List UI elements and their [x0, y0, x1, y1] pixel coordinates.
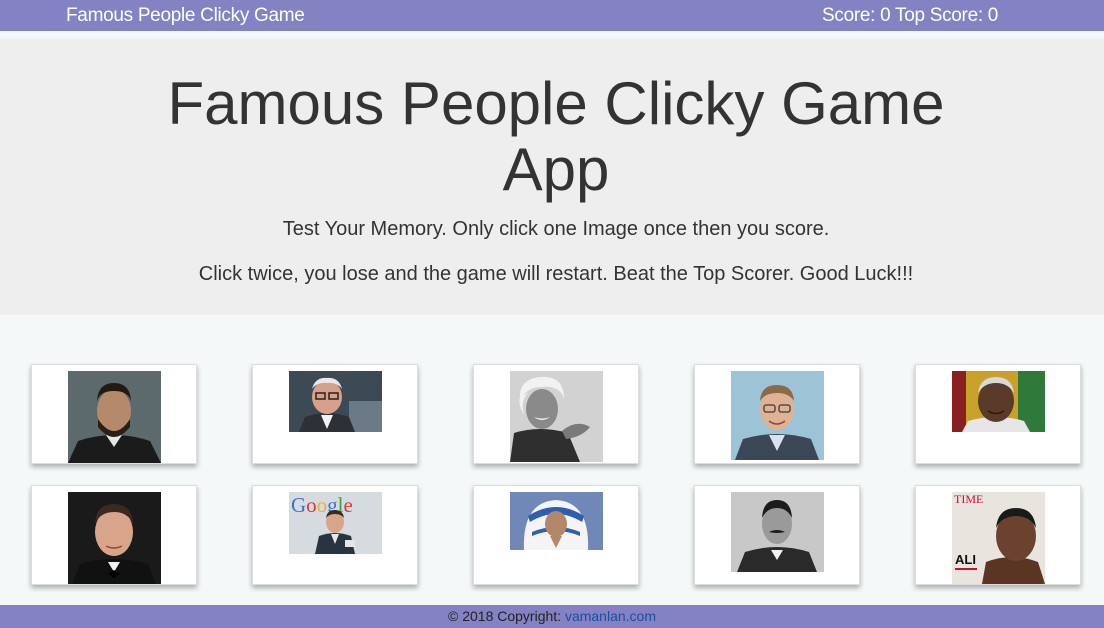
score-display: Score: 0 Top Score: 0: [822, 5, 999, 26]
footer: © 2018 Copyright: vamanlan.com: [0, 605, 1104, 628]
card-5[interactable]: [915, 364, 1081, 464]
page-title: Famous People Clicky Game App: [167, 70, 945, 203]
lincoln-image: [68, 371, 161, 463]
mandela-image: [952, 371, 1045, 432]
card-7[interactable]: Google: [252, 485, 418, 585]
card-10[interactable]: TIME ALI: [915, 485, 1081, 585]
buffett-image: [289, 371, 382, 432]
einstein-image: [510, 371, 603, 462]
teresa-image: [510, 492, 603, 550]
navbar: Famous People Clicky Game Score: 0 Top S…: [0, 0, 1104, 31]
footer-site-link[interactable]: vamanlan.com: [565, 608, 656, 624]
card-6[interactable]: [31, 485, 197, 585]
musk-image: [68, 492, 161, 584]
time-masthead-text: TIME: [954, 492, 983, 506]
google-logo-text: Google: [291, 493, 353, 517]
card-8[interactable]: [473, 485, 639, 585]
copyright-text: © 2018 Copyright:: [448, 608, 565, 624]
card-9[interactable]: [694, 485, 860, 585]
jumbotron: Famous People Clicky Game App Test Your …: [0, 39, 1104, 315]
ali-time-cover-image: TIME ALI: [952, 492, 1045, 584]
card-3[interactable]: [473, 364, 639, 464]
google-founder-image: Google: [289, 492, 382, 554]
ali-cover-text: ALI: [955, 552, 976, 567]
card-2[interactable]: [252, 364, 418, 464]
card-1[interactable]: [31, 364, 197, 464]
card-4[interactable]: [694, 364, 860, 464]
instructions-line-1: Test Your Memory. Only click one Image o…: [282, 218, 830, 240]
instructions-line-2: Click twice, you lose and the game will …: [198, 263, 914, 285]
tesla-image: [731, 492, 824, 572]
brand-link[interactable]: Famous People Clicky Game: [66, 5, 305, 27]
gates-image: [731, 371, 824, 460]
